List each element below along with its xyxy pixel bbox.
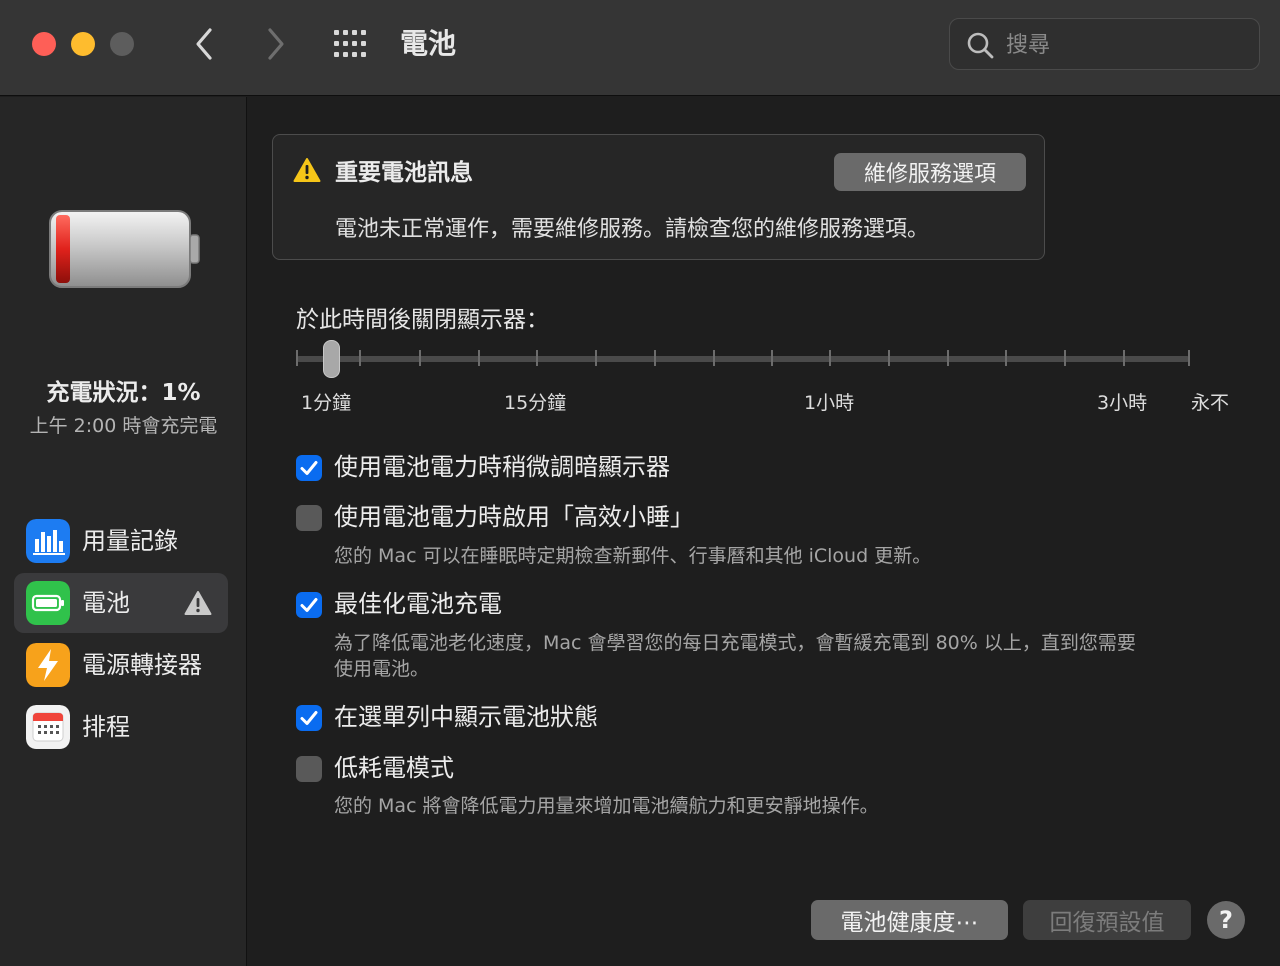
sidebar-item-battery[interactable]: 電池 [14,573,228,633]
warning-icon [293,158,321,182]
charge-time-label: 上午 2:00 時會充完電 [29,415,218,437]
slider-tick-label: 1小時 [804,392,855,414]
checkmark-icon [300,598,318,612]
option-label: 使用電池電力時啟用「高效小睡」 [334,503,694,531]
grid-icon [334,30,366,57]
option-description: 為了降低電池老化速度，Mac 會學習您的每日充電模式，會暫緩充電到 80% 以上… [334,632,1136,654]
option-description: 您的 Mac 可以在睡眠時定期檢查新郵件、行事曆和其他 iCloud 更新。 [334,545,932,567]
search-field[interactable] [949,18,1260,70]
bolt-icon [26,643,70,687]
slider-tick [829,350,831,366]
slider-tick [595,350,597,366]
display-sleep-label: 於此時間後關閉顯示器： [296,307,549,333]
chevron-right-icon [268,28,284,60]
minimize-window-button[interactable] [71,32,95,56]
slider-tick [1005,350,1007,366]
alert-message: 電池未正常運作，需要維修服務。請檢查您的維修服務選項。 [335,217,930,242]
sidebar-item-power-adapter[interactable]: 電源轉接器 [14,635,228,695]
display-sleep-slider-thumb[interactable] [323,340,340,378]
slider-tick [296,350,298,366]
option-description: 使用電池。 [334,658,430,680]
search-icon [967,32,994,59]
dim-display-checkbox[interactable] [296,455,322,481]
low-power-mode-checkbox[interactable] [296,756,322,782]
alert-title: 重要電池訊息 [335,160,473,186]
slider-tick-label: 永不 [1191,392,1230,414]
slider-tick [1123,350,1125,366]
slider-tick [947,350,949,366]
help-button[interactable]: ? [1207,901,1245,939]
option-label: 使用電池電力時稍微調暗顯示器 [334,453,670,481]
warning-icon [184,591,212,615]
optimized-charging-checkbox[interactable] [296,592,322,618]
forward-button[interactable] [258,24,294,64]
slider-tick [478,350,480,366]
show-all-button[interactable] [332,28,372,60]
sidebar-item-label: 排程 [82,713,130,741]
search-input[interactable] [1006,27,1246,63]
slider-tick-label: 3小時 [1097,392,1148,414]
slider-tick [536,350,538,366]
battery-alert-panel: 重要電池訊息 電池未正常運作，需要維修服務。請檢查您的維修服務選項。 維修服務選… [272,134,1045,260]
slider-tick [359,350,361,366]
checkmark-icon [300,711,318,725]
zoom-window-button[interactable] [110,32,134,56]
slider-tick [1064,350,1066,366]
sidebar: 充電狀況：1% 上午 2:00 時會充完電 用量記錄 電池 電源轉接器 排程 [0,97,247,966]
display-sleep-slider[interactable] [296,356,1190,362]
charge-status-label: 充電狀況：1% [46,380,201,406]
slider-tick-label: 15分鐘 [504,392,567,414]
calendar-icon [26,705,70,749]
battery-icon [26,581,70,625]
bar-chart-icon [26,519,70,563]
sidebar-item-usage-history[interactable]: 用量記錄 [14,511,228,571]
slider-tick [419,350,421,366]
option-label: 最佳化電池充電 [334,590,502,618]
chevron-left-icon [196,28,212,60]
option-label: 低耗電模式 [334,754,454,782]
window-title: 電池 [400,27,457,60]
service-options-button[interactable]: 維修服務選項 [834,153,1026,191]
slider-tick [888,350,890,366]
slider-tick [771,350,773,366]
back-button[interactable] [186,24,222,64]
option-description: 您的 Mac 將會降低電力用量來增加電池續航力和更安靜地操作。 [334,795,879,817]
slider-tick-label: 1分鐘 [301,392,352,414]
slider-tick [713,350,715,366]
sidebar-item-schedule[interactable]: 排程 [14,697,228,757]
sidebar-item-label: 電源轉接器 [82,651,202,679]
sidebar-item-label: 電池 [82,589,130,617]
title-bar: 電池 [0,0,1280,96]
option-label: 在選單列中顯示電池狀態 [334,703,598,731]
battery-health-button[interactable]: 電池健康度⋯ [811,900,1008,940]
sidebar-item-label: 用量記錄 [82,527,178,555]
power-nap-checkbox[interactable] [296,505,322,531]
slider-tick [654,350,656,366]
battery-status-icon [49,210,200,288]
checkmark-icon [300,461,318,475]
battery-preferences-window: 電池 搜尋 充電狀況：1% 上午 2:00 時會充完電 用量記錄 電池 電源轉接… [0,0,1280,966]
show-in-menu-bar-checkbox[interactable] [296,705,322,731]
slider-tick [1188,350,1190,366]
restore-defaults-button[interactable]: 回復預設值 [1023,900,1191,940]
close-window-button[interactable] [32,32,56,56]
